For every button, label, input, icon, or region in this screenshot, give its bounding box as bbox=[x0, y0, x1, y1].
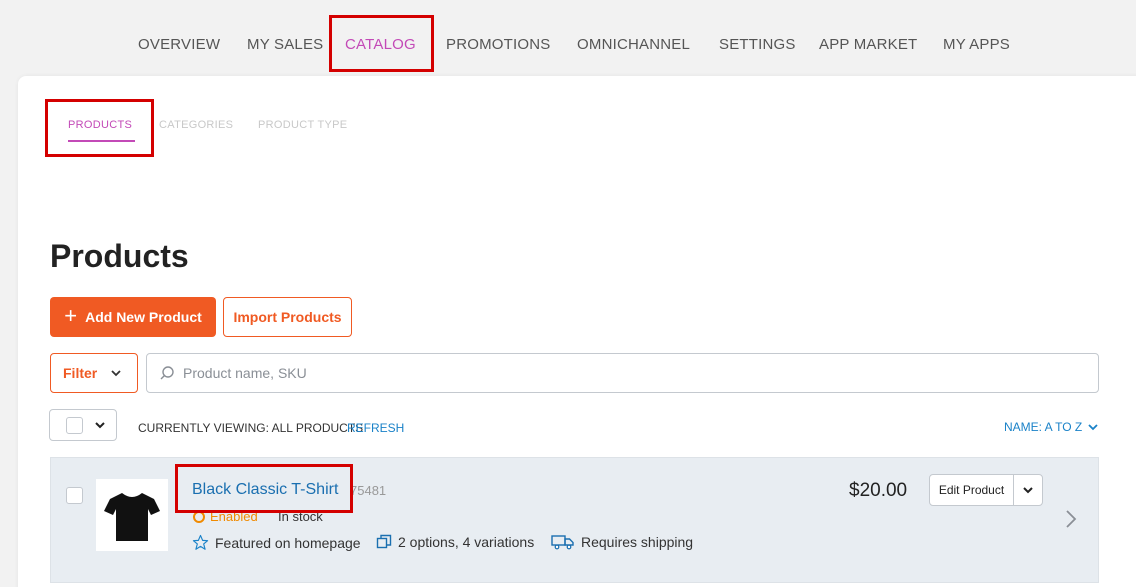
refresh-link[interactable]: REFRESH bbox=[347, 421, 404, 435]
top-navigation: OVERVIEW MY SALES CATALOG PROMOTIONS OMN… bbox=[0, 0, 1136, 80]
t-shirt-icon bbox=[104, 493, 160, 541]
chevron-down-icon bbox=[95, 422, 105, 429]
select-all-checkbox[interactable] bbox=[66, 416, 83, 434]
nav-catalog[interactable]: CATALOG bbox=[345, 36, 416, 53]
select-all-dropdown[interactable] bbox=[49, 409, 117, 441]
featured-info: Featured on homepage bbox=[192, 534, 361, 551]
search-icon bbox=[160, 366, 174, 380]
chevron-right-icon[interactable] bbox=[1064, 509, 1078, 529]
sort-dropdown[interactable]: NAME: A TO Z bbox=[1004, 420, 1098, 434]
plus-icon: + bbox=[64, 303, 78, 328]
nav-app-market[interactable]: APP MARKET bbox=[819, 36, 917, 53]
add-new-product-button[interactable]: + Add New Product bbox=[50, 297, 216, 337]
status-label: Enabled bbox=[210, 509, 258, 524]
chevron-down-icon bbox=[111, 370, 121, 377]
search-box bbox=[146, 353, 1099, 393]
nav-my-apps[interactable]: MY APPS bbox=[943, 36, 1010, 53]
nav-my-sales[interactable]: MY SALES bbox=[247, 36, 323, 53]
product-sku: 75481 bbox=[350, 483, 387, 498]
status-badge: Enabled bbox=[193, 509, 258, 524]
status-icon bbox=[193, 510, 205, 523]
nav-omnichannel[interactable]: OMNICHANNEL bbox=[577, 36, 690, 53]
tab-products[interactable]: PRODUCTS bbox=[68, 119, 132, 131]
edit-product-button[interactable]: Edit Product bbox=[930, 475, 1014, 505]
shipping-info: Requires shipping bbox=[551, 534, 693, 550]
chevron-down-icon bbox=[1023, 487, 1033, 494]
page-title: Products bbox=[50, 238, 189, 274]
currently-viewing-text: CURRENTLY VIEWING: ALL PRODUCTS bbox=[138, 421, 364, 435]
nav-overview[interactable]: OVERVIEW bbox=[138, 36, 220, 53]
product-thumbnail[interactable] bbox=[96, 479, 168, 551]
nav-settings[interactable]: SETTINGS bbox=[719, 36, 796, 53]
filter-button[interactable]: Filter bbox=[50, 353, 138, 393]
stock-status: In stock bbox=[278, 509, 323, 524]
copy-icon bbox=[376, 534, 392, 549]
featured-label: Featured on homepage bbox=[215, 534, 361, 551]
edit-product-group: Edit Product bbox=[929, 474, 1043, 506]
options-label: 2 options, 4 variations bbox=[398, 534, 535, 550]
nav-promotions[interactable]: PROMOTIONS bbox=[446, 36, 551, 53]
add-new-product-label: Add New Product bbox=[85, 309, 202, 325]
tab-categories[interactable]: CATEGORIES bbox=[159, 119, 233, 131]
truck-icon bbox=[551, 535, 574, 550]
product-price: $20.00 bbox=[849, 480, 908, 501]
chevron-down-icon bbox=[1088, 424, 1098, 431]
sort-label: NAME: A TO Z bbox=[1004, 420, 1083, 434]
row-checkbox[interactable] bbox=[66, 487, 83, 504]
filter-label: Filter bbox=[63, 365, 98, 381]
tab-product-type[interactable]: PRODUCT TYPE bbox=[258, 119, 347, 131]
import-products-button[interactable]: Import Products bbox=[223, 297, 352, 337]
product-name-link[interactable]: Black Classic T-Shirt bbox=[192, 481, 338, 499]
search-input[interactable] bbox=[183, 365, 1083, 381]
active-tab-indicator bbox=[68, 140, 135, 142]
star-icon bbox=[192, 534, 209, 550]
options-info: 2 options, 4 variations bbox=[376, 534, 534, 550]
shipping-label: Requires shipping bbox=[581, 534, 694, 550]
edit-product-dropdown[interactable] bbox=[1014, 475, 1042, 505]
